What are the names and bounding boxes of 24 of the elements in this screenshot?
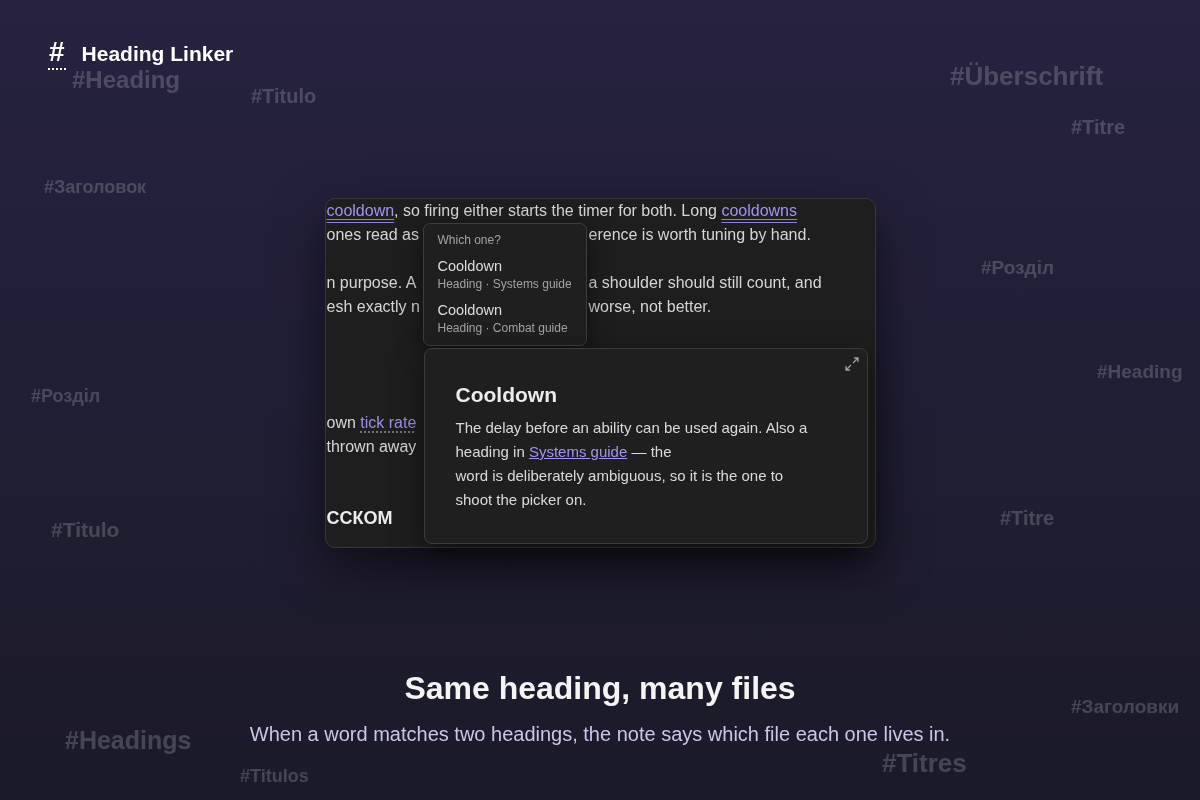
expand-icon[interactable] <box>844 357 859 371</box>
note-link[interactable]: cooldowns <box>721 202 797 219</box>
note-link[interactable]: cooldown <box>326 202 395 219</box>
picker-heading: Which one? <box>436 232 502 248</box>
editor-text: ones read as <box>326 225 419 245</box>
tagline-text: When a word matches two headings, the note says which file each one lives in. <box>249 722 951 747</box>
editor-text: erence is worth tuning by hand. <box>588 225 811 245</box>
preview-text: The delay before an ability can be used again. Also a heading in Systems guide — the word is deliberately ambiguous, so it is the one to shoot the picker on. <box>455 418 809 510</box>
editor-text: esh exactly n <box>326 297 420 317</box>
editor-text: own tick rate <box>326 414 417 431</box>
editor-text: thrown away <box>326 438 417 455</box>
logo-mark: # <box>48 38 66 70</box>
editor-text: n purpose. A <box>326 273 417 293</box>
picker-option[interactable]: Cooldown Heading · Combat guide <box>423 296 586 340</box>
note-link[interactable]: Systems guide <box>528 443 628 460</box>
app-title: Heading Linker <box>81 41 234 67</box>
note-link[interactable]: tick rate <box>360 414 417 431</box>
editor-text: cooldown, so firing either starts the timer for both. Long cooldowns <box>326 202 797 219</box>
editor-text: a shoulder should still count, and <box>588 273 822 293</box>
editor-heading: ССКОМ <box>326 507 393 530</box>
preview-title: Cooldown <box>455 382 558 408</box>
picker-option[interactable]: Cooldown Heading · Systems guide <box>423 252 586 296</box>
tagline-heading: Same heading, many files <box>404 669 796 707</box>
editor-text: worse, not better. <box>588 297 712 317</box>
